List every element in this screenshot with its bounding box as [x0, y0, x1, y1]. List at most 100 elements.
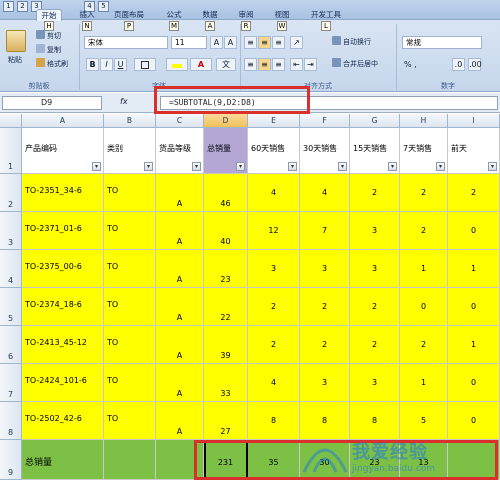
filter-dropdown-icon[interactable]: ▾: [338, 162, 347, 171]
filter-dropdown-icon[interactable]: ▾: [192, 162, 201, 171]
name-box[interactable]: D9: [2, 96, 102, 110]
column-header-g[interactable]: G: [350, 114, 400, 128]
wrap-text-button[interactable]: 自动换行: [332, 36, 371, 49]
table-cell[interactable]: TO-2374_18-6: [22, 288, 104, 326]
table-cell[interactable]: 23: [204, 250, 248, 288]
table-cell[interactable]: 8: [350, 402, 400, 440]
row-header[interactable]: 9: [0, 440, 22, 480]
table-cell[interactable]: A: [156, 402, 204, 440]
insert-function-icon[interactable]: fx: [120, 97, 128, 106]
table-cell[interactable]: 2: [350, 326, 400, 364]
column-header-b[interactable]: B: [104, 114, 156, 128]
table-cell[interactable]: A: [156, 250, 204, 288]
table-cell[interactable]: 8: [248, 402, 300, 440]
table-cell[interactable]: 2: [248, 326, 300, 364]
grow-font-button[interactable]: A: [210, 36, 223, 49]
bold-button[interactable]: B: [86, 58, 99, 71]
row-header[interactable]: 7: [0, 364, 22, 402]
align-bottom-button[interactable]: ≡: [272, 36, 285, 49]
table-cell[interactable]: TO: [104, 212, 156, 250]
column-header-c[interactable]: C: [156, 114, 204, 128]
font-name-select[interactable]: 宋体: [84, 36, 168, 49]
table-cell[interactable]: 27: [204, 402, 248, 440]
table-cell[interactable]: TO: [104, 402, 156, 440]
table-cell[interactable]: 3: [300, 250, 350, 288]
header-cell-15d[interactable]: 15天销售 ▾: [350, 128, 400, 174]
column-header-h[interactable]: H: [400, 114, 448, 128]
tab-home[interactable]: 开始: [36, 9, 62, 21]
orientation-button[interactable]: ↗: [290, 36, 303, 49]
fill-color-button[interactable]: [166, 58, 188, 71]
table-cell[interactable]: 3: [350, 212, 400, 250]
table-cell[interactable]: 8: [300, 402, 350, 440]
table-cell[interactable]: 2: [300, 326, 350, 364]
phonetic-button[interactable]: 文: [216, 58, 236, 71]
row-header[interactable]: 5: [0, 288, 22, 326]
column-header-i[interactable]: I: [448, 114, 500, 128]
total-label-cell[interactable]: 总销量: [22, 440, 104, 480]
font-size-select[interactable]: 11: [171, 36, 207, 49]
table-cell[interactable]: TO: [104, 326, 156, 364]
format-painter-button[interactable]: 格式刷: [36, 58, 68, 71]
header-cell-prev[interactable]: 前天 ▾: [448, 128, 500, 174]
decrease-indent-button[interactable]: ⇤: [290, 58, 303, 71]
table-cell[interactable]: 1: [400, 250, 448, 288]
row-header[interactable]: 6: [0, 326, 22, 364]
quick-access-button-1[interactable]: 1: [3, 1, 14, 12]
column-header-e[interactable]: E: [248, 114, 300, 128]
table-cell[interactable]: A: [156, 326, 204, 364]
table-cell[interactable]: TO: [104, 250, 156, 288]
table-cell[interactable]: 12: [248, 212, 300, 250]
header-cell-category[interactable]: 类别 ▾: [104, 128, 156, 174]
table-cell[interactable]: 3: [300, 364, 350, 402]
table-cell[interactable]: 40: [204, 212, 248, 250]
header-cell-30d[interactable]: 30天销售 ▾: [300, 128, 350, 174]
cut-button[interactable]: 剪切: [36, 30, 61, 43]
table-cell[interactable]: 39: [204, 326, 248, 364]
font-color-button[interactable]: A: [190, 58, 212, 71]
align-middle-button[interactable]: ≡: [258, 36, 271, 49]
row-header[interactable]: 1: [0, 128, 22, 174]
paste-icon[interactable]: [6, 30, 26, 52]
filter-dropdown-icon[interactable]: ▾: [92, 162, 101, 171]
row-header[interactable]: 3: [0, 212, 22, 250]
table-cell[interactable]: TO-2413_45-12: [22, 326, 104, 364]
filter-dropdown-icon[interactable]: ▾: [288, 162, 297, 171]
column-header-a[interactable]: A: [22, 114, 104, 128]
table-cell[interactable]: 7: [300, 212, 350, 250]
header-cell-60d[interactable]: 60天销售 ▾: [248, 128, 300, 174]
table-cell[interactable]: 0: [400, 288, 448, 326]
select-all-corner[interactable]: [0, 114, 22, 128]
paste-button[interactable]: 粘贴: [8, 54, 22, 67]
row-header[interactable]: 4: [0, 250, 22, 288]
increase-decimal-button[interactable]: .0: [452, 58, 465, 71]
table-cell[interactable]: 5: [400, 402, 448, 440]
decrease-decimal-button[interactable]: .00: [468, 58, 482, 71]
table-cell[interactable]: 3: [248, 250, 300, 288]
row-header[interactable]: 8: [0, 402, 22, 440]
filter-dropdown-icon[interactable]: ▾: [488, 162, 497, 171]
copy-button[interactable]: 复制: [36, 44, 61, 57]
table-cell[interactable]: A: [156, 288, 204, 326]
column-header-f[interactable]: F: [300, 114, 350, 128]
table-cell[interactable]: 2: [400, 174, 448, 212]
header-cell-7d[interactable]: 7天销售 ▾: [400, 128, 448, 174]
table-cell[interactable]: TO: [104, 174, 156, 212]
table-cell[interactable]: TO-2424_101-6: [22, 364, 104, 402]
table-cell[interactable]: 0: [448, 402, 500, 440]
table-cell[interactable]: TO-2375_00-6: [22, 250, 104, 288]
table-cell[interactable]: TO-2371_01-6: [22, 212, 104, 250]
align-right-button[interactable]: ≡: [272, 58, 285, 71]
currency-percent-buttons[interactable]: % ,: [404, 58, 417, 71]
table-cell[interactable]: 0: [448, 364, 500, 402]
table-cell[interactable]: 2: [248, 288, 300, 326]
quick-access-button-2[interactable]: 2: [17, 1, 28, 12]
align-top-button[interactable]: ≡: [244, 36, 257, 49]
table-cell[interactable]: 33: [204, 364, 248, 402]
table-cell[interactable]: 0: [448, 288, 500, 326]
table-cell[interactable]: 1: [448, 250, 500, 288]
table-cell[interactable]: TO: [104, 364, 156, 402]
tab-view[interactable]: 视图: [270, 9, 294, 21]
table-cell[interactable]: 1: [448, 326, 500, 364]
table-cell[interactable]: 2: [400, 326, 448, 364]
